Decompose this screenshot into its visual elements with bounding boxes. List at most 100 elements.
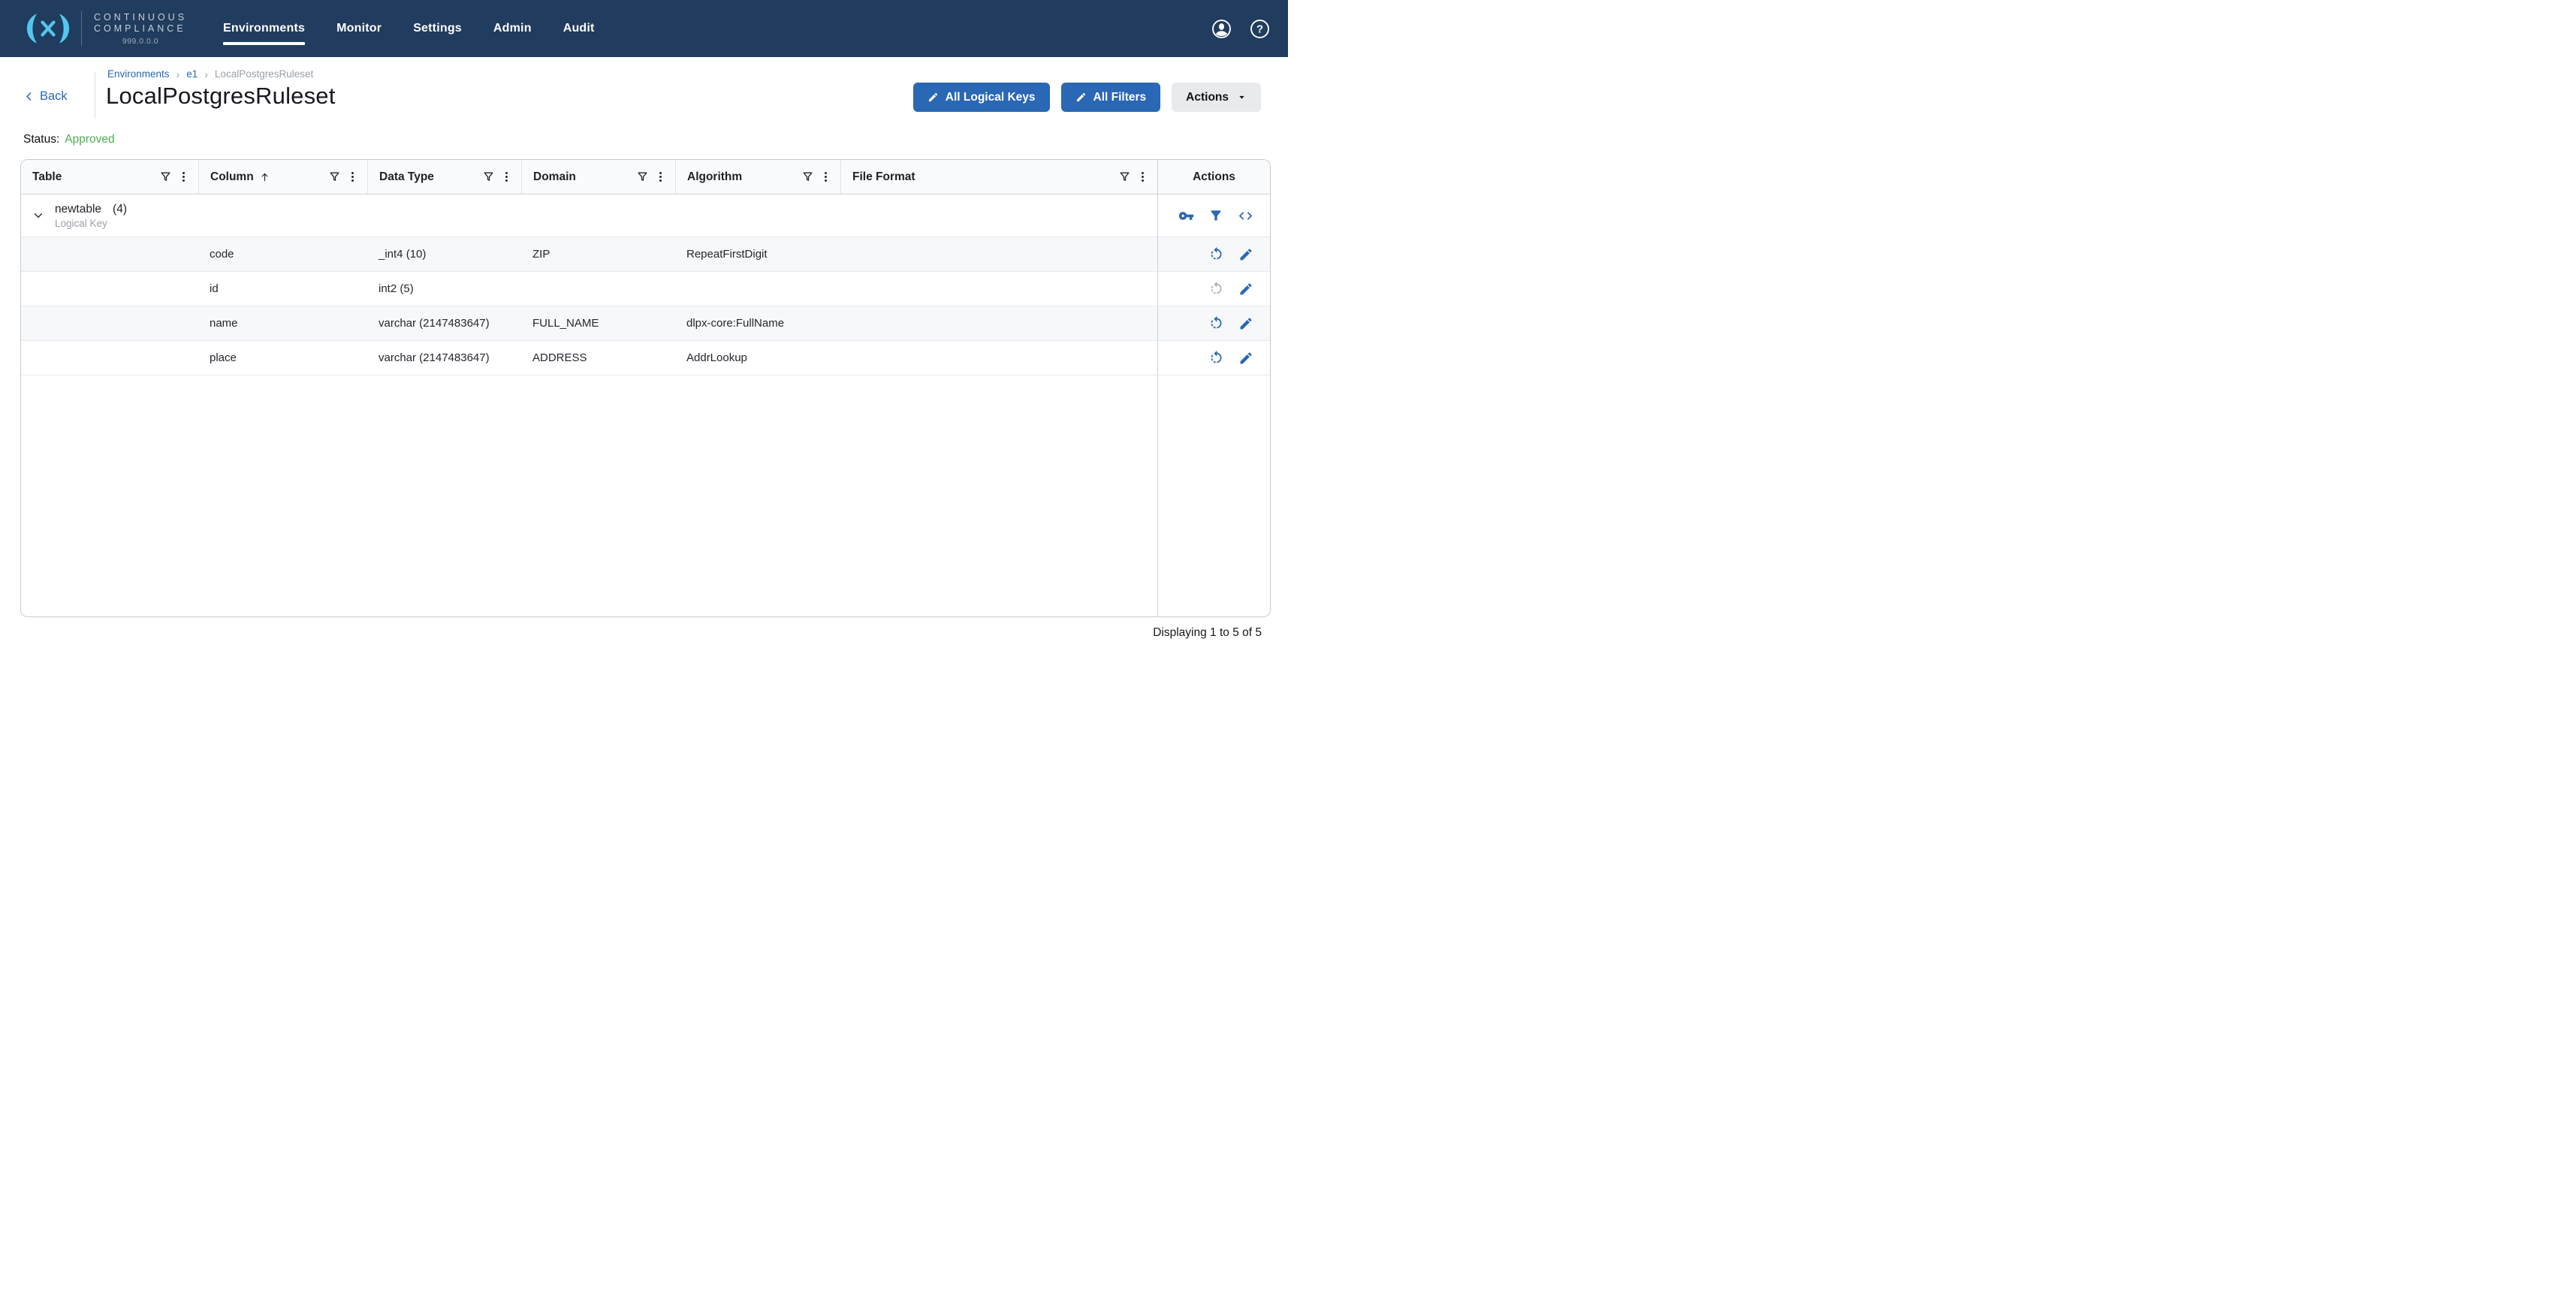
page-title: LocalPostgresRuleset — [106, 83, 336, 110]
pencil-icon — [928, 92, 939, 103]
nav-item-settings[interactable]: Settings — [413, 22, 462, 35]
reset-button-disabled — [1208, 281, 1224, 297]
cell-algorithm — [675, 272, 840, 306]
logo-link[interactable]: CONTINUOUS COMPLIANCE 999.0.0.0 — [26, 11, 187, 46]
all-logical-keys-label: All Logical Keys — [946, 91, 1036, 104]
actions-label: Actions — [1186, 91, 1229, 104]
help-button[interactable]: ? — [1250, 19, 1270, 39]
column-header-domain: Domain — [521, 160, 675, 194]
kebab-menu-icon[interactable] — [819, 170, 832, 183]
cell-algorithm: AddrLookup — [675, 341, 840, 375]
svg-text:?: ? — [1256, 23, 1263, 35]
cell-domain: FULL_NAME — [521, 306, 675, 340]
reset-button[interactable] — [1208, 350, 1224, 366]
nav-item-environments[interactable]: Environments — [223, 22, 305, 35]
breadcrumb-separator-icon: › — [176, 69, 180, 80]
table-row: name varchar (2147483647) FULL_NAME dlpx… — [21, 306, 1270, 341]
status-label: Status: — [23, 133, 59, 146]
caret-down-icon — [1237, 92, 1247, 102]
logical-key-button[interactable] — [1178, 208, 1194, 224]
cell-column: code — [198, 237, 367, 271]
table-filter-button[interactable] — [1208, 208, 1223, 223]
column-header-label: Domain — [533, 170, 576, 184]
funnel-outline-icon[interactable] — [159, 170, 172, 183]
back-button[interactable]: Back — [23, 89, 68, 104]
pencil-icon — [1238, 282, 1253, 297]
nav-item-audit[interactable]: Audit — [563, 22, 595, 35]
breadcrumb-environments[interactable]: Environments — [107, 68, 170, 80]
cell-data-type: _int4 (10) — [367, 237, 521, 271]
account-button[interactable] — [1211, 19, 1232, 39]
cell-column: name — [198, 306, 367, 340]
edit-button[interactable] — [1238, 282, 1253, 297]
cell-data-type: varchar (2147483647) — [367, 306, 521, 340]
custom-sql-button[interactable] — [1238, 208, 1253, 224]
column-header-label: Algorithm — [687, 170, 742, 184]
cell-data-type: varchar (2147483647) — [367, 341, 521, 375]
nav-item-monitor[interactable]: Monitor — [336, 22, 382, 35]
brand-version: 999.0.0.0 — [94, 37, 187, 46]
nav-item-admin[interactable]: Admin — [493, 22, 532, 35]
collapse-toggle[interactable] — [30, 207, 47, 224]
kebab-menu-icon[interactable] — [346, 170, 359, 183]
actions-button[interactable]: Actions — [1172, 83, 1261, 112]
reset-icon — [1208, 281, 1224, 297]
reset-button[interactable] — [1208, 246, 1224, 262]
chevron-left-icon — [23, 90, 35, 103]
reset-icon — [1208, 350, 1224, 366]
edit-button[interactable] — [1238, 247, 1253, 262]
row-actions-cell — [1157, 341, 1270, 375]
page-actions: All Logical Keys All Filters Actions — [913, 83, 1261, 112]
cell-column: id — [198, 272, 367, 306]
ruleset-table: Table Column Data Type Domain Algorithm — [20, 159, 1271, 617]
cell-file-format — [840, 237, 1157, 271]
reset-icon — [1208, 315, 1224, 331]
row-actions-cell — [1157, 237, 1270, 271]
status-badge: Approved — [65, 133, 114, 146]
status-line: Status: Approved — [23, 133, 115, 146]
all-filters-button[interactable]: All Filters — [1061, 83, 1161, 112]
kebab-menu-icon[interactable] — [654, 170, 667, 183]
key-icon — [1178, 208, 1194, 224]
column-header-label: Actions — [1193, 170, 1235, 184]
page-head: Environments › e1 › LocalPostgresRuleset… — [107, 68, 336, 110]
funnel-outline-icon[interactable] — [482, 170, 495, 183]
cell-data-type: int2 (5) — [367, 272, 521, 306]
cell-domain: ADDRESS — [521, 341, 675, 375]
all-logical-keys-button[interactable]: All Logical Keys — [913, 83, 1050, 112]
edit-button[interactable] — [1238, 316, 1253, 331]
kebab-menu-icon[interactable] — [500, 170, 513, 183]
table-empty-area — [21, 375, 1270, 616]
column-header-algorithm: Algorithm — [675, 160, 840, 194]
table-header-row: Table Column Data Type Domain Algorithm — [21, 160, 1270, 194]
code-icon — [1238, 208, 1253, 224]
column-header-label: Column — [210, 170, 254, 184]
table-row: code _int4 (10) ZIP RepeatFirstDigit — [21, 237, 1270, 272]
funnel-outline-icon[interactable] — [636, 170, 649, 183]
cell-domain — [521, 272, 675, 306]
breadcrumb-e1[interactable]: e1 — [186, 68, 198, 80]
pencil-icon — [1238, 247, 1253, 262]
table-row: id int2 (5) — [21, 272, 1270, 306]
chevron-down-icon — [32, 209, 45, 222]
funnel-outline-icon[interactable] — [801, 170, 814, 183]
brand-line1: CONTINUOUS — [94, 12, 187, 23]
logo-divider — [81, 11, 82, 46]
row-actions-cell — [1157, 272, 1270, 306]
edit-button[interactable] — [1238, 351, 1253, 366]
column-header-data-type: Data Type — [367, 160, 521, 194]
column-header-label: Table — [32, 170, 62, 184]
table-row: place varchar (2147483647) ADDRESS AddrL… — [21, 341, 1270, 375]
pencil-icon — [1238, 351, 1253, 366]
reset-button[interactable] — [1208, 315, 1224, 331]
pencil-icon — [1075, 92, 1087, 103]
cell-algorithm: RepeatFirstDigit — [675, 237, 840, 271]
help-icon: ? — [1250, 19, 1270, 39]
primary-nav: Environments Monitor Settings Admin Audi… — [223, 22, 595, 35]
funnel-outline-icon[interactable] — [328, 170, 341, 183]
kebab-menu-icon[interactable] — [177, 170, 190, 183]
brand-line2: COMPLIANCE — [94, 23, 187, 35]
column-header-actions: Actions — [1157, 160, 1270, 194]
kebab-menu-icon[interactable] — [1136, 170, 1149, 183]
funnel-outline-icon[interactable] — [1118, 170, 1131, 183]
